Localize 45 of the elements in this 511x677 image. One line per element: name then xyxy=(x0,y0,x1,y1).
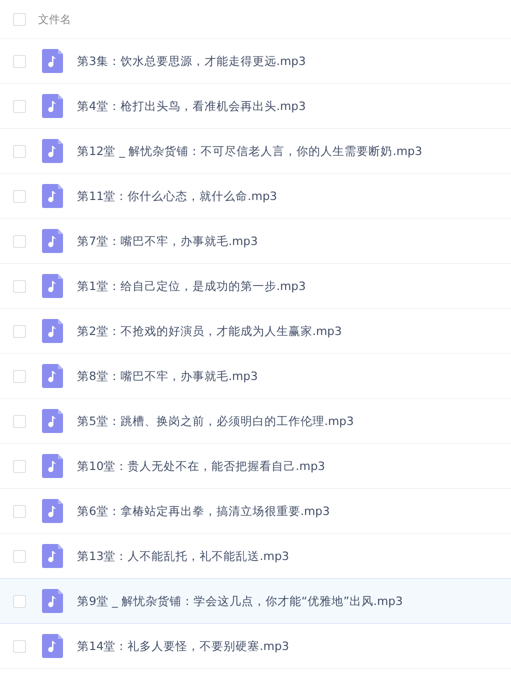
music-file-icon xyxy=(42,184,63,208)
music-file-icon xyxy=(42,49,63,73)
checkbox[interactable] xyxy=(13,54,26,68)
checkbox[interactable] xyxy=(13,324,26,338)
music-file-icon xyxy=(42,364,63,388)
checkbox[interactable] xyxy=(13,504,26,518)
file-name[interactable]: 第14堂：礼多人要怪，不要别硬塞.mp3 xyxy=(77,638,290,654)
checkbox[interactable] xyxy=(13,234,26,248)
music-file-icon xyxy=(42,319,63,343)
music-file-icon xyxy=(42,229,63,253)
checkbox[interactable] xyxy=(13,414,26,428)
music-file-icon xyxy=(42,139,63,163)
checkbox[interactable] xyxy=(13,144,26,158)
file-name[interactable]: 第4堂：枪打出头鸟，看准机会再出头.mp3 xyxy=(77,98,306,114)
file-name[interactable]: 第9堂 _ 解忧杂货铺：学会这几点，你才能“优雅地”出风.mp3 xyxy=(77,594,403,608)
file-name[interactable]: 第5堂：跳槽、换岗之前，必须明白的工作伦理.mp3 xyxy=(77,414,354,428)
file-name[interactable]: 第13堂：人不能乱托，礼不能乱送.mp3 xyxy=(77,548,290,564)
music-file-icon xyxy=(42,409,63,433)
file-name[interactable]: 第1堂：给自己定位，是成功的第一步.mp3 xyxy=(77,278,306,294)
column-header[interactable]: 文件名 xyxy=(38,12,71,26)
music-file-icon xyxy=(42,634,63,658)
file-name[interactable]: 第8堂：嘴巴不牢，办事就毛.mp3 xyxy=(77,368,258,384)
checkbox[interactable] xyxy=(13,280,26,292)
checkbox[interactable] xyxy=(13,460,26,472)
file-row[interactable]: 第9堂 _ 解忧杂货铺：学会这几点，你才能“优雅地”出风.mp3 xyxy=(0,578,511,624)
music-file-icon xyxy=(42,544,63,568)
music-file-icon xyxy=(42,499,63,523)
music-file-icon xyxy=(42,94,63,118)
checkbox[interactable] xyxy=(13,594,26,608)
checkbox[interactable] xyxy=(13,370,26,382)
file-name[interactable]: 第2堂：不抢戏的好演员，才能成为人生赢家.mp3 xyxy=(77,324,342,338)
file-name[interactable]: 第10堂：贵人无处不在，能否把握看自己.mp3 xyxy=(77,458,326,474)
checkbox[interactable] xyxy=(13,100,26,112)
music-file-icon xyxy=(42,274,63,298)
music-file-icon xyxy=(42,589,63,613)
checkbox[interactable] xyxy=(13,190,26,202)
music-file-icon xyxy=(42,454,63,478)
file-name[interactable]: 第11堂：你什么心态，就什么命.mp3 xyxy=(77,188,278,204)
checkbox[interactable] xyxy=(13,550,26,562)
file-name[interactable]: 第6堂：拿椿站定再出拳，搞清立场很重要.mp3 xyxy=(77,504,330,518)
file-name[interactable]: 第12堂 _ 解忧杂货铺：不可尽信老人言，你的人生需要断奶.mp3 xyxy=(77,144,422,158)
checkbox[interactable] xyxy=(13,12,26,26)
file-name[interactable]: 第7堂：嘴巴不牢，办事就毛.mp3 xyxy=(77,234,258,248)
file-name[interactable]: 第3集：饮水总要思源，才能走得更远.mp3 xyxy=(77,54,306,68)
checkbox[interactable] xyxy=(13,640,26,652)
